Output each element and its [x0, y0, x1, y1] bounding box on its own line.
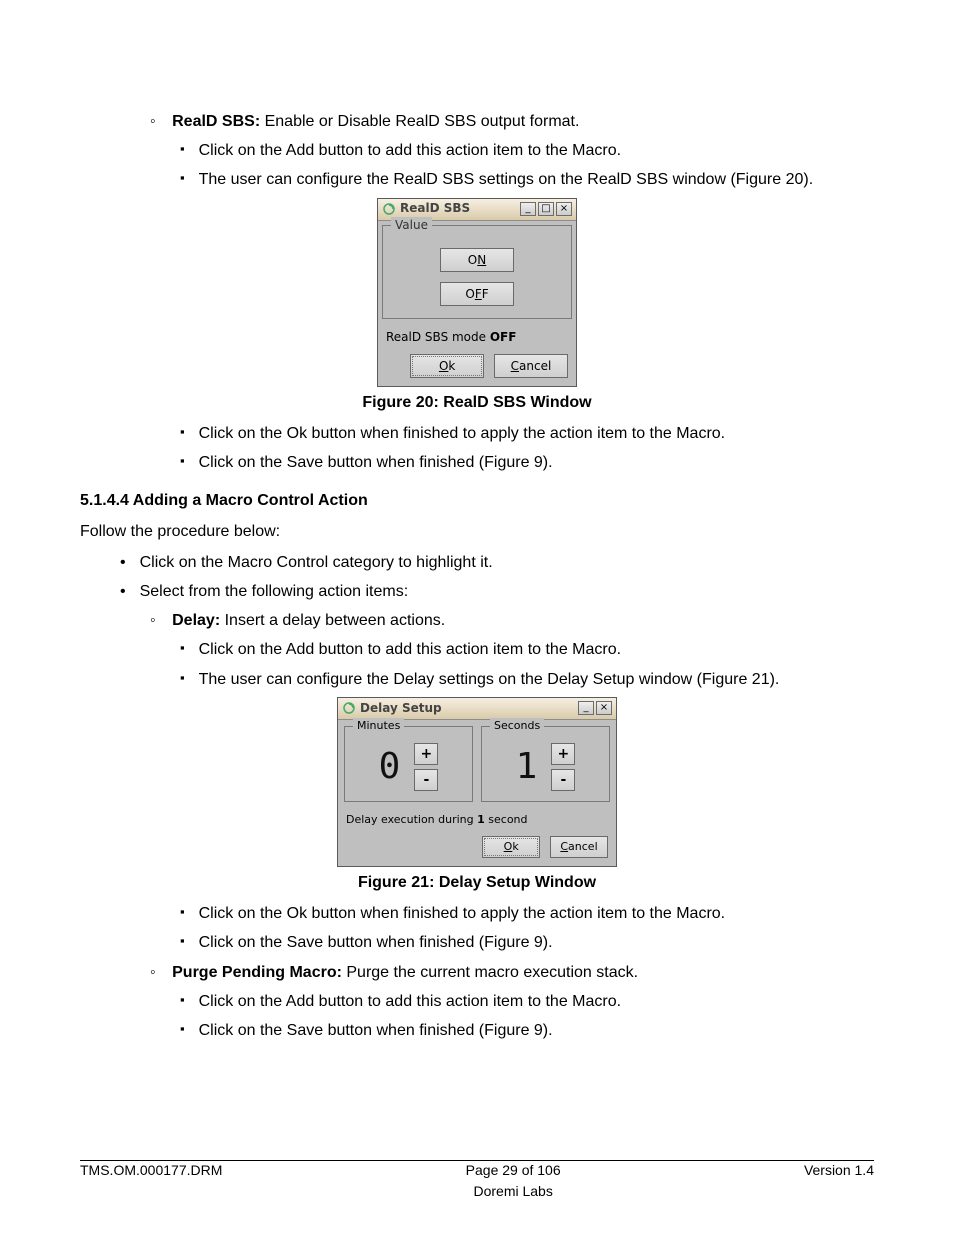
figure-21: Delay Setup _ × Minutes 0 + - Seconds	[80, 697, 874, 894]
list-square: Click on the Add button to add this acti…	[80, 990, 874, 1042]
list-item: RealD SBS: Enable or Disable RealD SBS o…	[150, 110, 874, 133]
purge-desc: Purge the current macro execution stack.	[342, 964, 638, 981]
paragraph: Follow the procedure below:	[80, 520, 874, 543]
status-text: Delay execution during 1 second	[338, 808, 616, 832]
status-text: RealD SBS mode OFF	[378, 323, 576, 350]
footer: TMS.OM.000177.DRM Page 29 of 106 Doremi …	[80, 1160, 874, 1201]
list-square: Click on the Add button to add this acti…	[80, 139, 874, 191]
list-square: Click on the Add button to add this acti…	[80, 638, 874, 690]
footer-mid: Page 29 of 106 Doremi Labs	[222, 1160, 804, 1201]
reald-desc: Enable or Disable RealD SBS output forma…	[260, 113, 579, 130]
list-circle: RealD SBS: Enable or Disable RealD SBS o…	[80, 110, 874, 133]
figure-caption: Figure 21: Delay Setup Window	[80, 871, 874, 894]
minutes-display: 0	[379, 741, 405, 793]
reald-label: RealD SBS:	[172, 113, 260, 130]
purge-label: Purge Pending Macro:	[172, 964, 342, 981]
close-button[interactable]: ×	[596, 701, 612, 715]
list-item: The user can configure the Delay setting…	[180, 668, 874, 691]
list-item: The user can configure the RealD SBS set…	[180, 168, 874, 191]
list-square: Click on the Ok button when finished to …	[80, 902, 874, 954]
list-item: Select from the following action items:	[120, 580, 874, 603]
button-row: Ok Cancel	[338, 832, 616, 866]
section-heading: 5.1.4.4 Adding a Macro Control Action	[80, 489, 874, 512]
minutes-group: Minutes 0 + -	[344, 726, 473, 802]
seconds-minus-button[interactable]: -	[551, 769, 575, 791]
button-row: Ok Cancel	[378, 350, 576, 386]
list-item: Click on the Save button when finished (…	[180, 451, 874, 474]
list-item: Click on the Add button to add this acti…	[180, 638, 874, 661]
minimize-button[interactable]: _	[578, 701, 594, 715]
footer-left: TMS.OM.000177.DRM	[80, 1160, 222, 1201]
maximize-button[interactable]: □	[538, 202, 554, 216]
list-item: Click on the Ok button when finished to …	[180, 422, 874, 445]
list-circle: Delay: Insert a delay between actions.	[80, 609, 874, 632]
value-group: Value ON OFF	[382, 225, 572, 319]
seconds-group: Seconds 1 + -	[481, 726, 610, 802]
window-controls: _ □ ×	[520, 202, 572, 216]
app-icon	[342, 701, 356, 715]
group-label: Value	[391, 217, 432, 234]
list-item: Click on the Save button when finished (…	[180, 1019, 874, 1042]
delay-window: Delay Setup _ × Minutes 0 + - Seconds	[337, 697, 617, 867]
delay-body: Minutes 0 + - Seconds 1 + -	[338, 720, 616, 808]
ok-button[interactable]: Ok	[410, 354, 484, 378]
seconds-spinner: + -	[551, 743, 575, 791]
window-title: RealD SBS	[400, 200, 520, 217]
off-button[interactable]: OFF	[440, 282, 514, 306]
page: RealD SBS: Enable or Disable RealD SBS o…	[0, 0, 954, 1235]
minutes-minus-button[interactable]: -	[414, 769, 438, 791]
list-item: Click on the Add button to add this acti…	[180, 990, 874, 1013]
seconds-plus-button[interactable]: +	[551, 743, 575, 765]
window-controls: _ ×	[578, 701, 612, 715]
window-title: Delay Setup	[360, 700, 578, 717]
list-item: Click on the Save button when finished (…	[180, 931, 874, 954]
close-button[interactable]: ×	[556, 202, 572, 216]
list-bullet: Click on the Macro Control category to h…	[80, 551, 874, 603]
footer-right: Version 1.4	[804, 1160, 874, 1201]
list-square: Click on the Ok button when finished to …	[80, 422, 874, 474]
group-label: Seconds	[490, 718, 544, 734]
list-item: Click on the Ok button when finished to …	[180, 902, 874, 925]
ok-button[interactable]: Ok	[482, 836, 540, 858]
minutes-plus-button[interactable]: +	[414, 743, 438, 765]
list-item: Purge Pending Macro: Purge the current m…	[150, 961, 874, 984]
list-item: Click on the Macro Control category to h…	[120, 551, 874, 574]
minimize-button[interactable]: _	[520, 202, 536, 216]
minutes-spinner: + -	[414, 743, 438, 791]
group-label: Minutes	[353, 718, 404, 734]
app-icon	[382, 202, 396, 216]
figure-20: RealD SBS _ □ × Value ON OFF RealD SBS m…	[80, 198, 874, 415]
seconds-display: 1	[516, 741, 542, 793]
reald-window: RealD SBS _ □ × Value ON OFF RealD SBS m…	[377, 198, 577, 387]
cancel-button[interactable]: Cancel	[494, 354, 568, 378]
figure-caption: Figure 20: RealD SBS Window	[80, 391, 874, 414]
titlebar: Delay Setup _ ×	[338, 698, 616, 720]
on-button[interactable]: ON	[440, 248, 514, 272]
list-item: Delay: Insert a delay between actions.	[150, 609, 874, 632]
delay-label: Delay:	[172, 612, 220, 629]
list-item: Click on the Add button to add this acti…	[180, 139, 874, 162]
list-circle: Purge Pending Macro: Purge the current m…	[80, 961, 874, 984]
delay-desc: Insert a delay between actions.	[220, 612, 445, 629]
cancel-button[interactable]: Cancel	[550, 836, 608, 858]
